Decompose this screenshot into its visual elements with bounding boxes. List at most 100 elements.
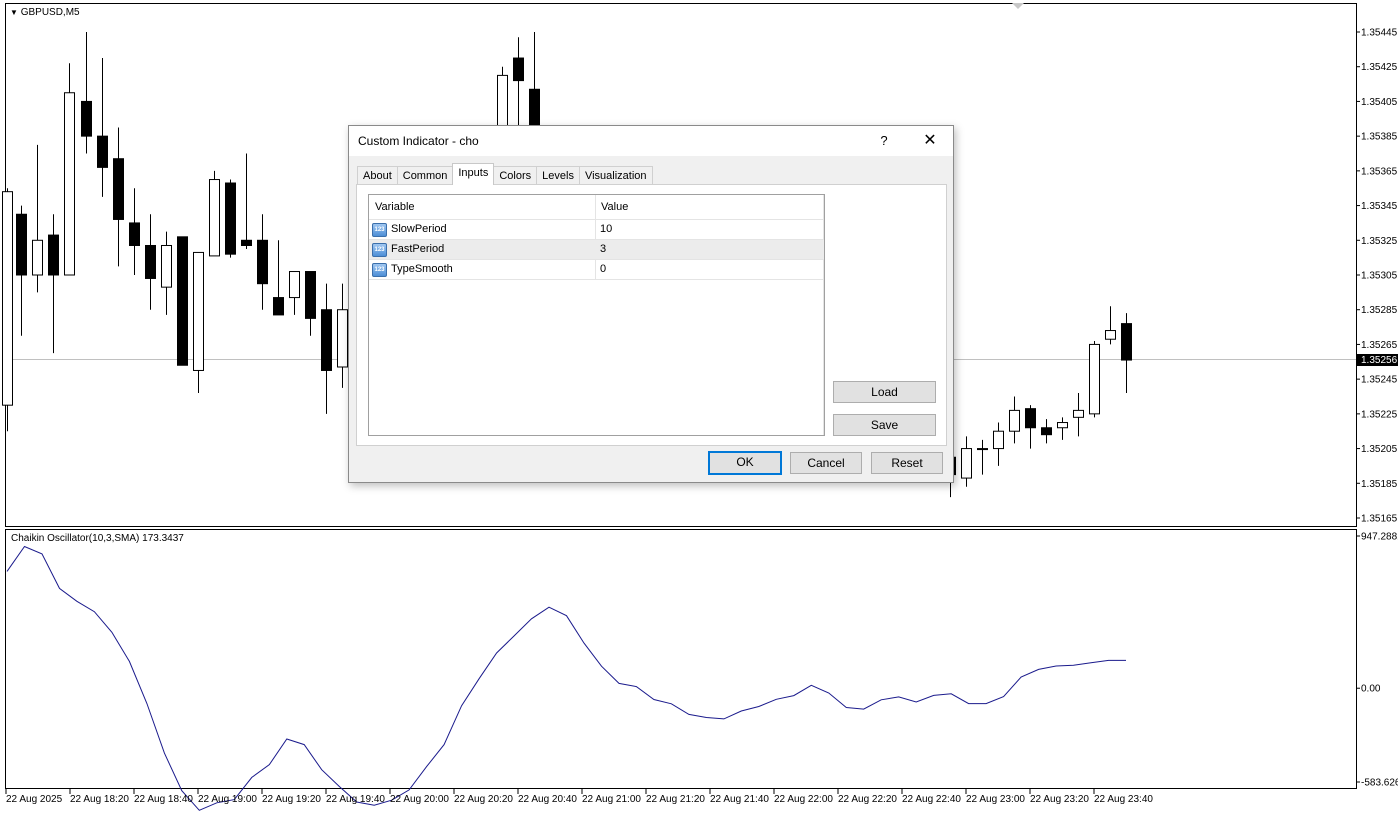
inputs-panel: Variable Value 123 SlowPeriod 10 123 Fas… bbox=[356, 184, 947, 446]
candle-body bbox=[193, 251, 204, 371]
integer-param-icon: 123 bbox=[372, 243, 387, 257]
candle-body bbox=[97, 135, 108, 168]
price-tick-label: 1.35245 bbox=[1361, 375, 1398, 386]
candle-body bbox=[961, 448, 972, 479]
variable-value[interactable]: 0 bbox=[600, 263, 606, 275]
candle-body bbox=[1105, 330, 1116, 340]
price-tick-label: 1.35365 bbox=[1361, 166, 1398, 177]
ok-button[interactable]: OK bbox=[708, 451, 782, 475]
reset-button[interactable]: Reset bbox=[871, 452, 943, 474]
grid-header: Variable Value bbox=[369, 195, 824, 220]
tab-levels[interactable]: Levels bbox=[536, 166, 580, 185]
candle-body bbox=[273, 297, 284, 316]
tab-inputs[interactable]: Inputs bbox=[452, 163, 495, 185]
custom-indicator-dialog: Custom Indicator - cho ? ✕ About Common … bbox=[348, 125, 954, 483]
candle-body bbox=[993, 430, 1004, 450]
table-row[interactable]: 123 SlowPeriod 10 bbox=[369, 220, 824, 240]
dialog-title: Custom Indicator - cho bbox=[358, 134, 479, 148]
candle-body bbox=[16, 213, 27, 276]
help-button[interactable]: ? bbox=[869, 131, 899, 151]
price-tick-label: 1.35325 bbox=[1361, 236, 1398, 247]
candle-body bbox=[209, 179, 220, 257]
column-header-value[interactable]: Value bbox=[601, 201, 628, 213]
symbol-text: GBPUSD,M5 bbox=[20, 7, 80, 18]
candle-body bbox=[225, 182, 236, 255]
candle-body bbox=[1073, 409, 1084, 418]
dialog-title-bar[interactable]: Custom Indicator - cho ? ✕ bbox=[349, 126, 953, 156]
candle-body bbox=[321, 309, 332, 371]
oscillator-axis: 947.2881 0.00 -583.6265 bbox=[1356, 532, 1398, 789]
oscillator-tick-label: 947.2881 bbox=[1361, 532, 1398, 543]
candle-body bbox=[1057, 422, 1068, 429]
time-tick-label: 22 Aug 21:00 bbox=[582, 794, 641, 805]
table-row[interactable]: 123 TypeSmooth 0 bbox=[369, 260, 824, 280]
time-tick-label: 22 Aug 18:20 bbox=[70, 794, 129, 805]
variable-value[interactable]: 10 bbox=[600, 223, 612, 235]
candle-body bbox=[529, 88, 540, 128]
price-tick-label: 1.35405 bbox=[1361, 97, 1398, 108]
time-tick-label: 22 Aug 22:20 bbox=[838, 794, 897, 805]
time-tick-label: 22 Aug 2025 bbox=[6, 794, 63, 805]
time-tick-label: 22 Aug 19:00 bbox=[198, 794, 257, 805]
candle-body bbox=[1009, 409, 1020, 432]
candle-body bbox=[129, 222, 140, 246]
candle-body bbox=[337, 309, 348, 368]
dropdown-triangle-icon[interactable]: ▼ bbox=[10, 8, 18, 17]
load-button[interactable]: Load bbox=[833, 381, 936, 403]
save-button[interactable]: Save bbox=[833, 414, 936, 436]
indicator-label: Chaikin Oscillator(10,3,SMA) 173.3437 bbox=[11, 533, 184, 544]
candle-body bbox=[241, 239, 252, 246]
time-tick-label: 22 Aug 20:40 bbox=[518, 794, 577, 805]
variable-name: TypeSmooth bbox=[391, 263, 453, 275]
candle-body bbox=[161, 244, 172, 288]
price-tick-label: 1.35305 bbox=[1361, 271, 1398, 282]
time-tick-label: 22 Aug 18:40 bbox=[134, 794, 193, 805]
time-tick-label: 22 Aug 21:40 bbox=[710, 794, 769, 805]
oscillator-tick-label: 0.00 bbox=[1361, 684, 1381, 695]
time-tick-label: 22 Aug 22:00 bbox=[774, 794, 833, 805]
close-icon[interactable]: ✕ bbox=[915, 131, 945, 151]
price-tick-label: 1.35445 bbox=[1361, 28, 1398, 39]
time-axis: 22 Aug 2025 22 Aug 18:20 22 Aug 18:40 22 Au… bbox=[5, 789, 1153, 805]
column-header-variable[interactable]: Variable bbox=[375, 201, 415, 213]
price-tick-label: 1.35185 bbox=[1361, 479, 1398, 490]
candle-body bbox=[977, 448, 988, 451]
candle-body bbox=[513, 57, 524, 82]
table-row[interactable]: 123 FastPeriod 3 bbox=[369, 240, 824, 260]
tab-visualization[interactable]: Visualization bbox=[578, 166, 653, 185]
time-tick-label: 22 Aug 22:40 bbox=[902, 794, 961, 805]
variable-value[interactable]: 3 bbox=[600, 243, 606, 255]
symbol-label: ▼ GBPUSD,M5 bbox=[10, 7, 80, 18]
candle-body bbox=[48, 234, 59, 276]
integer-param-icon: 123 bbox=[372, 223, 387, 237]
time-tick-label: 22 Aug 20:20 bbox=[454, 794, 513, 805]
price-tick-label: 1.35265 bbox=[1361, 340, 1398, 351]
candle-body bbox=[177, 236, 188, 366]
candle-body bbox=[1041, 427, 1052, 436]
tab-colors[interactable]: Colors bbox=[493, 166, 538, 185]
cancel-button[interactable]: Cancel bbox=[790, 452, 862, 474]
price-axis: 1.35445 1.35425 1.35405 1.35385 1.35365 1.353… bbox=[1356, 28, 1398, 525]
time-tick-label: 22 Aug 20:00 bbox=[390, 794, 449, 805]
dialog-tabs: About Common Inputs Colors Levels Visual… bbox=[357, 163, 653, 185]
tab-about[interactable]: About bbox=[357, 166, 398, 185]
variable-name: SlowPeriod bbox=[391, 223, 447, 235]
candle-body bbox=[1025, 408, 1036, 429]
current-price-label: 1.35256 bbox=[1361, 355, 1398, 366]
price-tick-label: 1.35225 bbox=[1361, 409, 1398, 420]
price-tick-label: 1.35385 bbox=[1361, 132, 1398, 143]
price-tick-label: 1.35285 bbox=[1361, 305, 1398, 316]
candle-body bbox=[32, 239, 43, 276]
price-tick-label: 1.35345 bbox=[1361, 201, 1398, 212]
candle-body bbox=[1089, 343, 1100, 415]
candle-body bbox=[2, 191, 13, 406]
candle-body bbox=[1121, 323, 1132, 361]
time-tick-label: 22 Aug 23:20 bbox=[1030, 794, 1089, 805]
candle-body bbox=[64, 92, 75, 276]
time-tick-label: 22 Aug 21:20 bbox=[646, 794, 705, 805]
tab-common[interactable]: Common bbox=[396, 166, 454, 185]
candle-body bbox=[81, 100, 92, 137]
inputs-grid[interactable]: Variable Value 123 SlowPeriod 10 123 Fas… bbox=[368, 194, 825, 436]
time-tick-label: 22 Aug 19:20 bbox=[262, 794, 321, 805]
candle-body bbox=[145, 244, 156, 279]
